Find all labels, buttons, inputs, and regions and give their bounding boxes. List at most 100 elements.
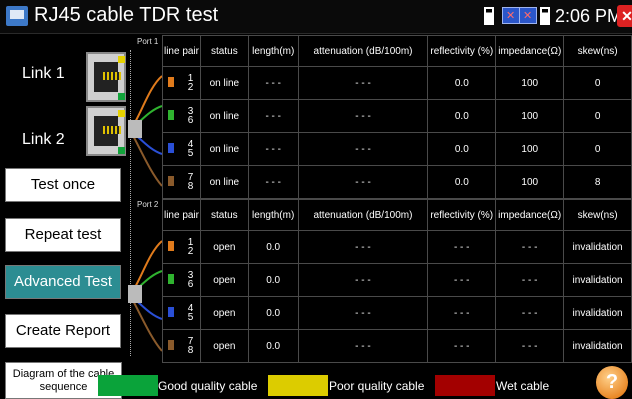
header-length: length(m) [247, 35, 299, 67]
header-skew: skew(ns) [563, 199, 632, 231]
line-pair-cell: 45 [162, 296, 201, 330]
status-cell: open [199, 230, 249, 264]
wet-cable-swatch [435, 375, 495, 396]
reflectivity-cell: 0.0 [427, 99, 497, 133]
skew-cell: 0 [563, 99, 632, 133]
status-cell: on line [199, 66, 249, 100]
header-attenuation: attenuation (dB/100m) [297, 35, 429, 67]
table-header: line pair status length(m) attenuation (… [162, 35, 632, 67]
attenuation-cell: - - - [297, 99, 429, 133]
impedance-cell: - - - [495, 230, 565, 264]
skew-cell: invalidation [563, 230, 632, 264]
header-reflectivity: reflectivity (%) [427, 35, 497, 67]
test-once-button[interactable]: Test once [5, 168, 121, 202]
status-cell: open [199, 296, 249, 330]
reflectivity-cell: 0.0 [427, 165, 497, 199]
repeat-test-button[interactable]: Repeat test [5, 218, 121, 252]
length-cell: - - - [247, 99, 299, 133]
close-button[interactable]: ✕ [617, 5, 632, 27]
header-skew: skew(ns) [563, 35, 632, 67]
attenuation-cell: - - - [297, 329, 429, 363]
skew-cell: 0 [563, 66, 632, 100]
pair-wiring-port2-icon [128, 240, 163, 352]
header-length: length(m) [247, 199, 299, 231]
good-quality-swatch [98, 375, 158, 396]
link2-label: Link 2 [22, 131, 65, 148]
header-line-pair: line pair [162, 199, 201, 231]
skew-cell: invalidation [563, 296, 632, 330]
skew-cell: invalidation [563, 263, 632, 297]
impedance-cell: 100 [495, 66, 565, 100]
impedance-cell: - - - [495, 329, 565, 363]
attenuation-cell: - - - [297, 296, 429, 330]
header-reflectivity: reflectivity (%) [427, 199, 497, 231]
title-bar: RJ45 cable TDR test 2:06 PM ✕ [0, 0, 632, 34]
attenuation-cell: - - - [297, 66, 429, 100]
poor-quality-swatch [268, 375, 328, 396]
port-led [118, 93, 125, 100]
port1-label: Port 1 [137, 37, 159, 46]
table-row: 45 on line - - - - - - 0.0 100 0 [162, 132, 632, 166]
port-led [118, 110, 125, 117]
impedance-cell: - - - [495, 263, 565, 297]
impedance-cell: 100 [495, 165, 565, 199]
attenuation-cell: - - - [297, 132, 429, 166]
skew-cell: invalidation [563, 329, 632, 363]
good-quality-label: Good quality cable [158, 379, 258, 393]
table-row: 12 open 0.0 - - - - - - - - - invalidati… [162, 230, 632, 264]
advanced-test-button[interactable]: Advanced Test [5, 265, 121, 299]
header-impedance: impedance(Ω) [495, 199, 565, 231]
reflectivity-cell: 0.0 [427, 132, 497, 166]
impedance-cell: 100 [495, 132, 565, 166]
app-title: RJ45 cable TDR test [34, 4, 219, 26]
line-pair-cell: 36 [162, 263, 201, 297]
reflectivity-cell: 0.0 [427, 66, 497, 100]
port-led [118, 147, 125, 154]
status-cell: open [199, 263, 249, 297]
header-status: status [199, 35, 249, 67]
battery-icon [540, 7, 550, 25]
status-cell: on line [199, 165, 249, 199]
port-led [118, 56, 125, 63]
app-window-icon [6, 6, 28, 26]
table-header: line pair status length(m) attenuation (… [162, 199, 632, 231]
length-cell: 0.0 [247, 329, 299, 363]
line-pair-cell: 45 [162, 132, 201, 166]
length-cell: - - - [247, 66, 299, 100]
reflectivity-cell: - - - [427, 296, 497, 330]
skew-cell: 8 [563, 165, 632, 199]
length-cell: 0.0 [247, 230, 299, 264]
port2-label: Port 2 [137, 200, 159, 209]
network-disconnected-icon [519, 7, 537, 24]
skew-cell: 0 [563, 132, 632, 166]
impedance-cell: 100 [495, 99, 565, 133]
status-cell: on line [199, 132, 249, 166]
poor-quality-label: Poor quality cable [329, 379, 425, 393]
port2-results-table: line pair status length(m) attenuation (… [162, 199, 632, 363]
impedance-cell: - - - [495, 296, 565, 330]
port1-results-table: line pair status length(m) attenuation (… [162, 35, 632, 199]
line-pair-cell: 78 [162, 165, 201, 199]
reflectivity-cell: - - - [427, 230, 497, 264]
link1-label: Link 1 [22, 65, 65, 82]
header-attenuation: attenuation (dB/100m) [297, 199, 429, 231]
network-disconnected-icon [502, 7, 520, 24]
wet-cable-label: Wet cable [496, 379, 550, 393]
header-line-pair: line pair [162, 35, 201, 67]
status-cell: on line [199, 99, 249, 133]
table-row: 12 on line - - - - - - 0.0 100 0 [162, 66, 632, 100]
attenuation-cell: - - - [297, 230, 429, 264]
table-row: 45 open 0.0 - - - - - - - - - invalidati… [162, 296, 632, 330]
create-report-button[interactable]: Create Report [5, 314, 121, 348]
attenuation-cell: - - - [297, 263, 429, 297]
help-icon[interactable]: ? [596, 366, 628, 399]
length-cell: 0.0 [247, 296, 299, 330]
line-pair-cell: 12 [162, 230, 201, 264]
length-cell: - - - [247, 132, 299, 166]
line-pair-cell: 12 [162, 66, 201, 100]
header-status: status [199, 199, 249, 231]
header-impedance: impedance(Ω) [495, 35, 565, 67]
table-row: 78 on line - - - - - - 0.0 100 8 [162, 165, 632, 199]
table-row: 36 on line - - - - - - 0.0 100 0 [162, 99, 632, 133]
reflectivity-cell: - - - [427, 263, 497, 297]
